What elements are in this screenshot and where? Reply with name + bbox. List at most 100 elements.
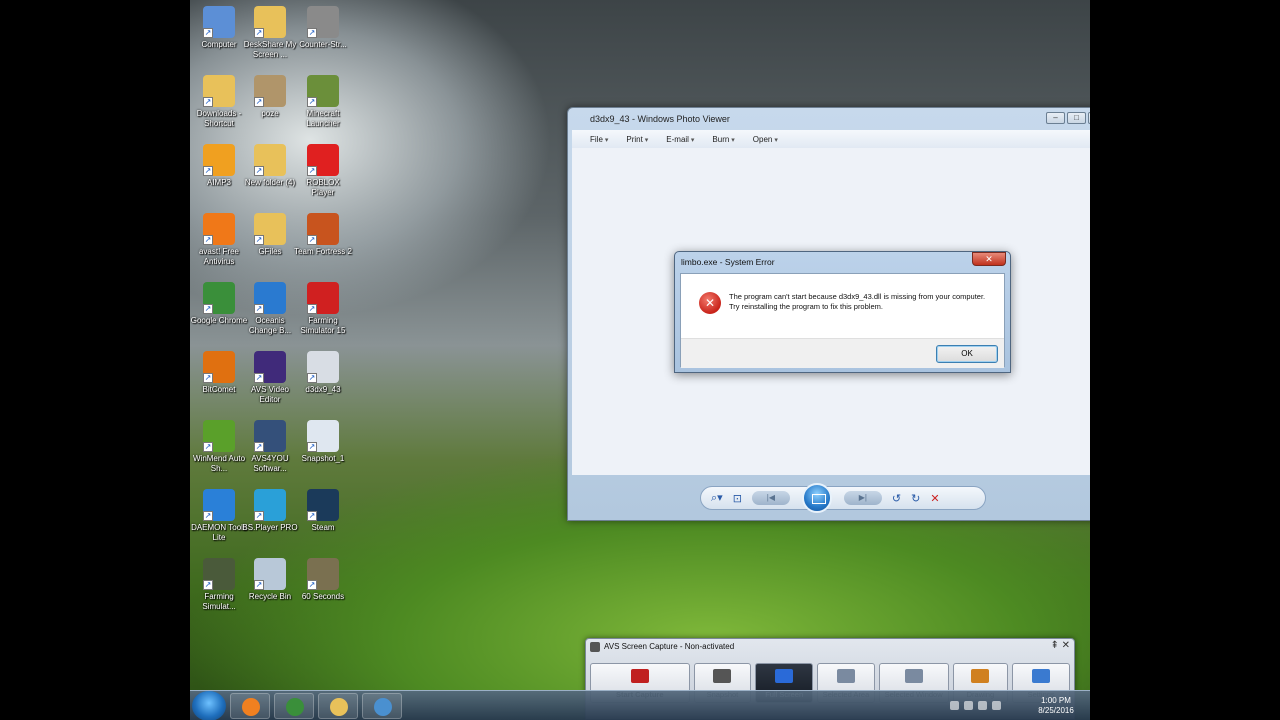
file-icon: ↗ [307, 351, 339, 383]
taskbar-button[interactable] [362, 693, 402, 719]
desktop-icon[interactable]: ↗ ROBLOX Player [294, 144, 352, 198]
desktop-icon[interactable]: ↗ Google Chrome [190, 282, 248, 326]
photo-viewer-menubar: File Print E-mail Burn Open ? [572, 130, 1090, 148]
actual-size-icon[interactable]: ⊡ [733, 492, 742, 505]
bitcomet-icon: ↗ [203, 351, 235, 383]
desktop-icon[interactable]: ↗ BS.Player PRO [241, 489, 299, 533]
desktop-icon[interactable]: ↗ New folder (4) [241, 144, 299, 188]
avs4you-icon: ↗ [254, 420, 286, 452]
desktop-icon-label: Farming Simulat... [202, 592, 236, 611]
shortcut-arrow-icon: ↗ [203, 166, 213, 176]
ok-button[interactable]: OK [936, 345, 998, 363]
tray-flag-icon[interactable] [950, 701, 959, 710]
tray-volume-icon[interactable] [978, 701, 987, 710]
close-button[interactable]: ✕ [1088, 112, 1090, 124]
photo-viewer-titlebar[interactable]: d3dx9_43 - Windows Photo Viewer – □ ✕ [568, 108, 1090, 130]
desktop-icon[interactable]: ↗ Minecraft Launcher [294, 75, 352, 129]
shortcut-arrow-icon: ↗ [203, 97, 213, 107]
shortcut-arrow-icon: ↗ [203, 511, 213, 521]
desktop-icon[interactable]: ↗ Oceanis Change B... [241, 282, 299, 336]
desktop-icon-label: Oceanis Change B... [248, 316, 292, 335]
folder-icon: ↗ [254, 6, 286, 38]
desktop-icon[interactable]: ↗ GFiles [241, 213, 299, 257]
error-dialog-titlebar[interactable]: limbo.exe - System Error ✕ [675, 252, 1010, 272]
taskbar-button[interactable] [274, 693, 314, 719]
shortcut-arrow-icon: ↗ [254, 235, 264, 245]
delete-icon[interactable]: ✕ [930, 492, 939, 505]
desktop-icon[interactable]: ↗ 60 Seconds [294, 558, 352, 602]
desktop-icon[interactable]: ↗ BitComet [190, 351, 248, 395]
dialog-close-button[interactable]: ✕ [972, 252, 1006, 266]
minecraft-icon: ↗ [307, 75, 339, 107]
drawing-icon [971, 669, 990, 683]
menu-open[interactable]: Open [745, 135, 786, 144]
rotate-right-icon[interactable]: ↻ [911, 492, 920, 505]
desktop-icon[interactable]: ↗ AIMP3 [190, 144, 248, 188]
dialog-footer: OK [681, 338, 1004, 368]
error-message: The program can't start because d3dx9_43… [729, 292, 986, 311]
desktop-icon[interactable]: ↗ d3dx9_43 [294, 351, 352, 395]
taskbar-button[interactable] [230, 693, 270, 719]
shortcut-arrow-icon: ↗ [307, 511, 317, 521]
tray-network-icon[interactable] [964, 701, 973, 710]
shortcut-arrow-icon: ↗ [307, 28, 317, 38]
shortcut-arrow-icon: ↗ [254, 580, 264, 590]
menu-file[interactable]: File [582, 135, 616, 144]
tray-app-icon[interactable] [992, 701, 1001, 710]
desktop-icon[interactable]: ↗ DAEMON Tools Lite [190, 489, 248, 543]
menu-print[interactable]: Print [618, 135, 656, 144]
tractor-icon: ↗ [203, 558, 235, 590]
desktop-icon[interactable]: ↗ Team Fortress 2 [294, 213, 352, 257]
roblox-icon: ↗ [307, 144, 339, 176]
desktop-icon[interactable]: ↗ Steam [294, 489, 352, 533]
next-button[interactable]: ▶| [843, 491, 882, 505]
aimp-icon: ↗ [203, 144, 235, 176]
clock[interactable]: 1:00 PM 8/25/2016 [1026, 696, 1086, 716]
desktop-icon-label: Counter-Str... [299, 40, 347, 49]
desktop-icon[interactable]: ↗ AVS4YOU Softwar... [241, 420, 299, 474]
shortcut-arrow-icon: ↗ [203, 580, 213, 590]
image-file-icon: ↗ [307, 420, 339, 452]
desktop-icon[interactable]: ↗ avast! Free Antivirus [190, 213, 248, 267]
desktop-icon[interactable]: ↗ WinMend Auto Sh... [190, 420, 248, 474]
minimize-button[interactable]: – [1046, 112, 1065, 124]
desktop-icon[interactable]: ↗ Counter-Str... [294, 6, 352, 50]
steam-icon: ↗ [307, 489, 339, 521]
game-icon: ↗ [307, 6, 339, 38]
desktop-icon[interactable]: ↗ AVS Video Editor [241, 351, 299, 405]
desktop-icon-label: AIMP3 [206, 178, 231, 187]
zoom-icon[interactable]: ⌕▾ [711, 491, 723, 505]
desktop-icon-label: Computer [201, 40, 237, 49]
start-button[interactable] [192, 691, 226, 720]
clock-time: 1:00 PM [1041, 696, 1071, 705]
desktop-icon[interactable]: ↗ Snapshot_1 [294, 420, 352, 464]
desktop-icon-label: Farming Simulator 15 [300, 316, 346, 335]
desktop-icon[interactable]: ↗ poze [241, 75, 299, 119]
desktop-icon[interactable]: ↗ Downloads - Shortcut [190, 75, 248, 129]
previous-button[interactable]: |◀ [751, 491, 790, 505]
chrome-icon [286, 698, 304, 716]
photo-viewer-controls: ⌕▾ ⊡ |◀ ▶| ↺ ↻ ✕ [700, 483, 986, 513]
farming-icon: ↗ [307, 282, 339, 314]
recycle-bin-icon: ↗ [254, 558, 286, 590]
folder-icon: ↗ [254, 213, 286, 245]
avs-titlebar[interactable]: AVS Screen Capture - Non-activated ⇞ ✕ [586, 639, 1074, 655]
slideshow-button[interactable] [801, 483, 832, 513]
media-player-icon [242, 698, 260, 716]
shortcut-arrow-icon: ↗ [307, 442, 317, 452]
desktop-icon[interactable]: ↗ DeskShare My Screen ... [241, 6, 299, 60]
menu-email[interactable]: E-mail [658, 135, 702, 144]
system-tray [950, 701, 1018, 711]
desktop-icon[interactable]: ↗ Recycle Bin [241, 558, 299, 602]
avs-window-controls[interactable]: ⇞ ✕ [1050, 640, 1070, 651]
maximize-button[interactable]: □ [1067, 112, 1086, 124]
menu-burn[interactable]: Burn [704, 135, 742, 144]
desktop-icon[interactable]: ↗ Farming Simulat... [190, 558, 248, 612]
desktop-icon[interactable]: ↗ Farming Simulator 15 [294, 282, 352, 336]
desktop-icon-label: BitComet [202, 385, 236, 394]
taskbar-button[interactable] [318, 693, 358, 719]
desktop-icon[interactable]: ↗ Computer [190, 6, 248, 50]
desktop-icon-label: BS.Player PRO [242, 523, 298, 532]
selected-window-icon [904, 669, 923, 683]
rotate-left-icon[interactable]: ↺ [892, 492, 901, 505]
